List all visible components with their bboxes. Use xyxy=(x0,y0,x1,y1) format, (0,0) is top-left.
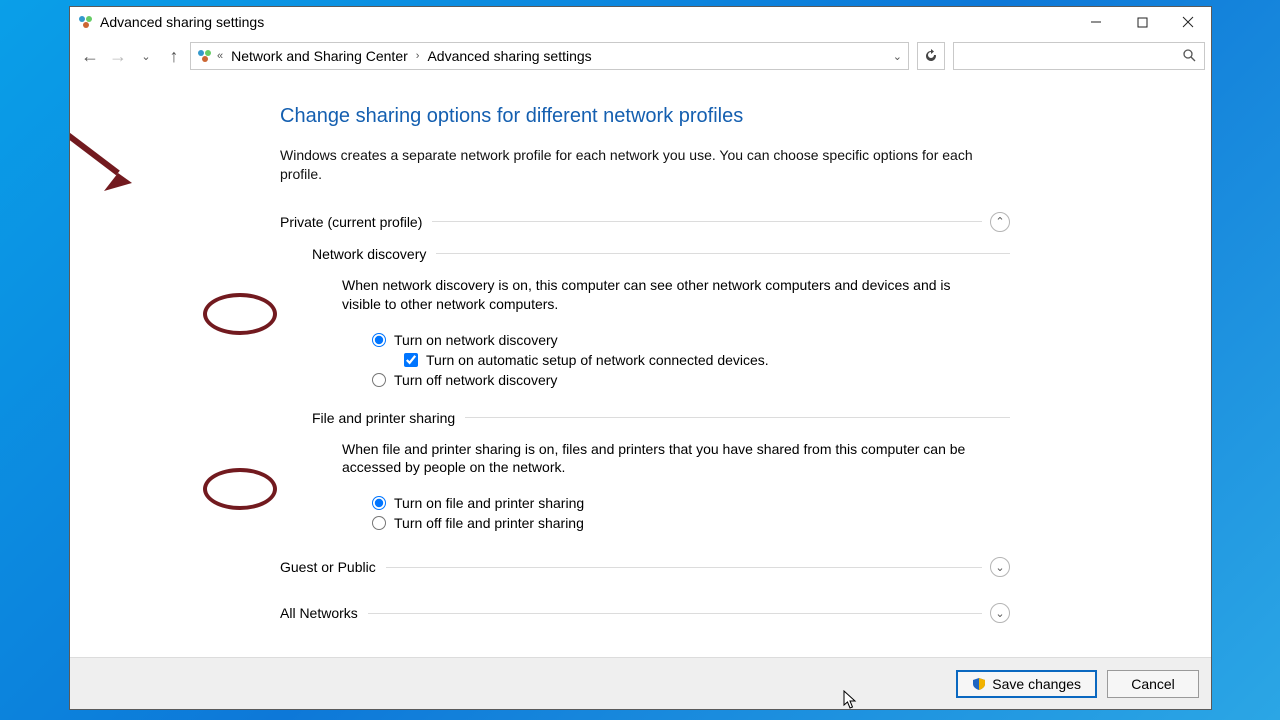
forward-button[interactable]: → xyxy=(106,44,130,68)
checkbox-input[interactable] xyxy=(404,353,418,367)
content-area: Change sharing options for different net… xyxy=(70,75,1211,657)
page-title: Change sharing options for different net… xyxy=(280,105,1010,128)
recent-dropdown[interactable]: ⌄ xyxy=(134,44,158,68)
profile-header-private[interactable]: Private (current profile) ⌃ xyxy=(280,212,1010,232)
up-button[interactable]: ↑ xyxy=(162,44,186,68)
page-description: Windows creates a separate network profi… xyxy=(280,146,982,184)
annotation-circle xyxy=(203,468,277,510)
refresh-button[interactable] xyxy=(917,42,945,70)
profile-label: Private (current profile) xyxy=(280,214,422,230)
profile-label: All Networks xyxy=(280,605,358,621)
section-description: When file and printer sharing is on, fil… xyxy=(342,440,992,478)
profile-label: Guest or Public xyxy=(280,559,376,575)
save-button[interactable]: Save changes xyxy=(956,670,1097,698)
radio-nd-off[interactable]: Turn off network discovery xyxy=(372,372,1010,388)
radio-fp-off[interactable]: Turn off file and printer sharing xyxy=(372,515,1010,531)
profile-header-all[interactable]: All Networks ⌄ xyxy=(280,603,1010,623)
radio-nd-on[interactable]: Turn on network discovery xyxy=(372,332,1010,348)
section-heading-fileprint: File and printer sharing xyxy=(312,410,1010,426)
chevron-down-icon[interactable]: ⌄ xyxy=(893,50,902,63)
section-heading-network-discovery: Network discovery xyxy=(312,246,1010,262)
breadcrumb-item[interactable]: Network and Sharing Center xyxy=(227,46,412,66)
breadcrumb-item[interactable]: Advanced sharing settings xyxy=(423,46,595,66)
chevron-down-icon[interactable]: ⌄ xyxy=(990,603,1010,623)
titlebar: Advanced sharing settings xyxy=(70,7,1211,37)
shield-icon xyxy=(972,677,986,691)
search-icon xyxy=(1182,48,1196,65)
breadcrumb-root-glyph: « xyxy=(217,50,223,62)
control-panel-icon xyxy=(78,14,94,30)
address-bar[interactable]: « Network and Sharing Center › Advanced … xyxy=(190,42,909,70)
close-button[interactable] xyxy=(1165,7,1211,37)
checkbox-auto-setup[interactable]: Turn on automatic setup of network conne… xyxy=(404,352,1010,368)
control-panel-icon xyxy=(197,48,213,64)
cancel-button[interactable]: Cancel xyxy=(1107,670,1199,698)
search-input[interactable] xyxy=(953,42,1205,70)
window-controls xyxy=(1073,7,1211,37)
radio-fp-on[interactable]: Turn on file and printer sharing xyxy=(372,495,1010,511)
dialog-footer: Save changes Cancel xyxy=(70,657,1211,709)
back-button[interactable]: ← xyxy=(78,44,102,68)
window-frame: Advanced sharing settings ← → ⌄ ↑ « Netw… xyxy=(69,6,1212,710)
radio-input[interactable] xyxy=(372,373,386,387)
nav-toolbar: ← → ⌄ ↑ « Network and Sharing Center › A… xyxy=(70,37,1211,75)
minimize-button[interactable] xyxy=(1073,7,1119,37)
radio-input[interactable] xyxy=(372,333,386,347)
radio-input[interactable] xyxy=(372,516,386,530)
radio-input[interactable] xyxy=(372,496,386,510)
annotation-circle xyxy=(203,293,277,335)
chevron-down-icon[interactable]: ⌄ xyxy=(990,557,1010,577)
maximize-button[interactable] xyxy=(1119,7,1165,37)
chevron-right-icon: › xyxy=(416,50,420,62)
profile-header-guest[interactable]: Guest or Public ⌄ xyxy=(280,557,1010,577)
annotation-arrow xyxy=(70,81,158,201)
section-description: When network discovery is on, this compu… xyxy=(342,276,992,314)
chevron-up-icon[interactable]: ⌃ xyxy=(990,212,1010,232)
window-title: Advanced sharing settings xyxy=(100,14,1073,30)
